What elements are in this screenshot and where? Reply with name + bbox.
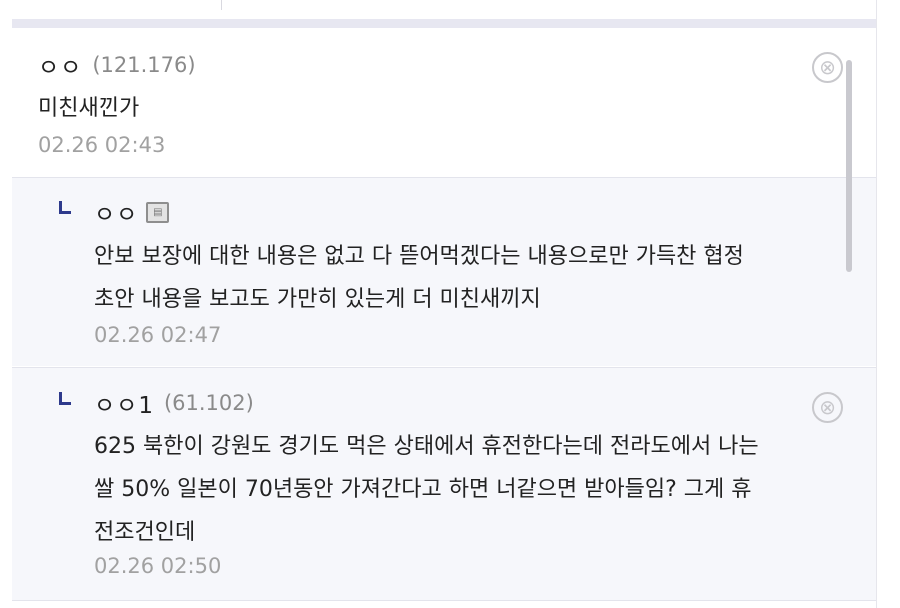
reply-body-line: 초안 내용을 보고도 가만히 있는게 더 미친새끼지 bbox=[94, 287, 541, 312]
previous-content-area bbox=[0, 0, 876, 19]
mobile-icon: ▤ bbox=[146, 201, 170, 223]
reply-ip: (61.102) bbox=[163, 391, 254, 415]
section-separator bbox=[12, 19, 876, 28]
reply-body-line: 안보 보장에 대한 내용은 없고 다 뜯어먹겠다는 내용으로만 가득찬 협정 bbox=[94, 244, 744, 269]
reply-arrow-icon bbox=[59, 392, 71, 405]
comment-body: 미친새낀가 bbox=[38, 96, 140, 121]
comment-item: ㅇㅇ (121.176) 미친새낀가 02.26 02:43 ⊗ bbox=[12, 28, 876, 175]
close-icon: ⊗ bbox=[819, 55, 836, 79]
divider bbox=[221, 0, 222, 10]
reply-nickname[interactable]: ㅇㅇ1 bbox=[94, 386, 154, 420]
reply-body-line: 쌀 50% 일본이 70년동안 가져간다고 하면 너같으면 받아들임? 그게 휴 bbox=[94, 477, 752, 502]
reply-body-line: 전조건인데 bbox=[94, 520, 196, 545]
reply-body: 625 북한이 강원도 경기도 먹은 상태에서 휴전한다는데 전라도에서 나는 … bbox=[94, 425, 759, 554]
divider bbox=[12, 600, 876, 601]
reply-nickname[interactable]: ㅇㅇ bbox=[94, 195, 138, 229]
close-icon: ⊗ bbox=[819, 395, 836, 419]
reply-date: 02.26 02:50 bbox=[94, 554, 222, 578]
delete-comment-button[interactable]: ⊗ bbox=[812, 52, 843, 83]
comment-nickname[interactable]: ㅇㅇ bbox=[38, 48, 82, 82]
reply-header: ㅇㅇ1 (61.102) bbox=[94, 386, 254, 420]
comment-header: ㅇㅇ (121.176) bbox=[38, 48, 196, 82]
comment-date: 02.26 02:43 bbox=[38, 133, 166, 157]
reply-header: ㅇㅇ ▤ bbox=[94, 195, 170, 229]
page-edge bbox=[876, 0, 877, 608]
reply-item: ㅇㅇ1 (61.102) ⊗ 625 북한이 강원도 경기도 먹은 상태에서 휴… bbox=[12, 367, 876, 601]
reply-arrow-icon bbox=[59, 201, 71, 214]
reply-date: 02.26 02:47 bbox=[94, 323, 222, 347]
reply-body: 안보 보장에 대한 내용은 없고 다 뜯어먹겠다는 내용으로만 가득찬 협정 초… bbox=[94, 235, 744, 321]
scrollbar[interactable] bbox=[846, 60, 852, 272]
reply-body-line: 625 북한이 강원도 경기도 먹은 상태에서 휴전한다는데 전라도에서 나는 bbox=[94, 434, 759, 459]
reply-item: ㅇㅇ ▤ 안보 보장에 대한 내용은 없고 다 뜯어먹겠다는 내용으로만 가득찬… bbox=[12, 177, 876, 366]
delete-reply-button[interactable]: ⊗ bbox=[812, 392, 843, 423]
comment-ip: (121.176) bbox=[92, 53, 196, 77]
